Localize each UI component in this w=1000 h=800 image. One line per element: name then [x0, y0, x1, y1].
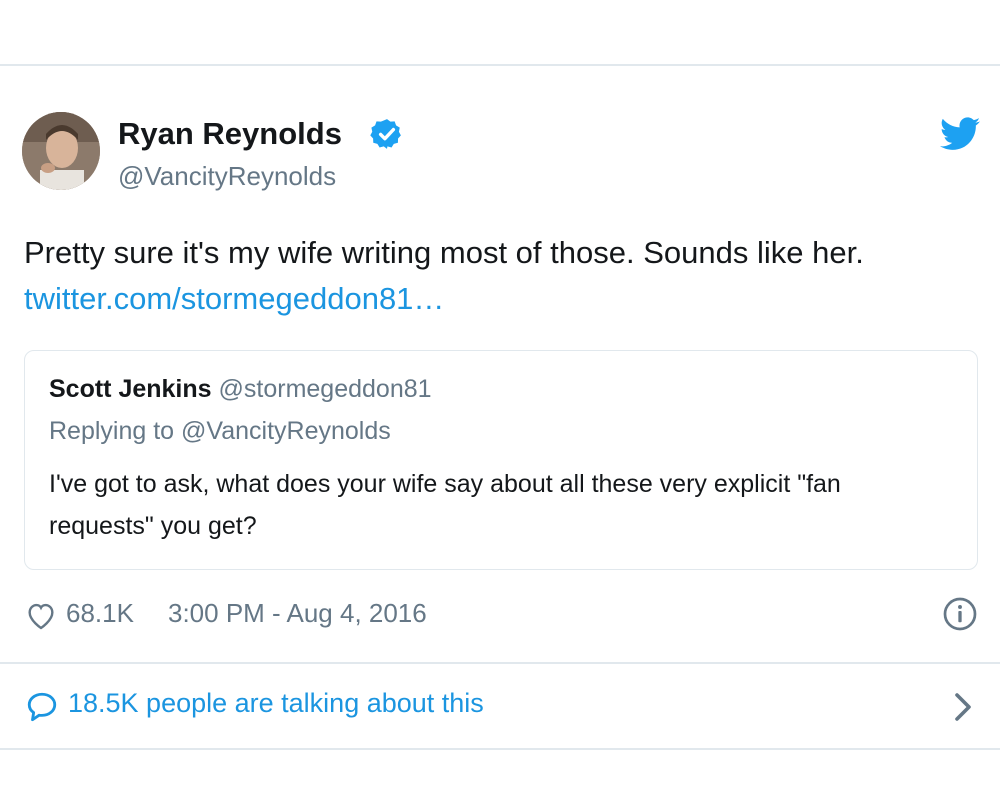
tweet-text: Pretty sure it's my wife writing most of…	[24, 235, 864, 270]
top-divider	[0, 64, 1000, 66]
quoted-author-name: Scott Jenkins	[49, 375, 212, 403]
author-name[interactable]: Ryan Reynolds	[118, 116, 342, 152]
heart-icon[interactable]	[24, 600, 58, 632]
like-count[interactable]: 68.1K	[66, 598, 134, 629]
conversation-link[interactable]: 18.5K people are talking about this	[68, 688, 484, 719]
quoted-tweet-card[interactable]: Scott Jenkins @stormegeddon81 Replying t…	[24, 350, 978, 570]
tweet-embed-page: Ryan Reynolds @VancityReynolds Pretty su…	[0, 0, 1000, 800]
tweet-meta-row: 68.1K 3:00 PM - Aug 4, 2016	[24, 596, 980, 636]
author-handle[interactable]: @VancityReynolds	[118, 160, 336, 192]
speech-bubble-icon	[27, 692, 57, 722]
quoted-author: Scott Jenkins @stormegeddon81	[49, 375, 432, 404]
bottom-divider	[0, 748, 1000, 750]
quoted-reply-context: Replying to @VancityReynolds	[49, 417, 391, 445]
tweet-timestamp[interactable]: 3:00 PM - Aug 4, 2016	[168, 598, 427, 629]
quoted-tweet-text: I've got to ask, what does your wife say…	[49, 470, 841, 540]
tweet-body: Pretty sure it's my wife writing most of…	[24, 230, 974, 322]
quoted-author-handle: @stormegeddon81	[218, 375, 432, 403]
chevron-right-icon[interactable]	[952, 692, 974, 722]
verified-badge-icon	[370, 119, 401, 149]
author-avatar[interactable]	[22, 112, 100, 190]
info-icon[interactable]	[942, 596, 978, 632]
conversation-row[interactable]: 18.5K people are talking about this	[0, 664, 1000, 748]
twitter-bird-icon[interactable]	[940, 117, 980, 151]
tweet-link[interactable]: twitter.com/stormegeddon81…	[24, 276, 974, 322]
